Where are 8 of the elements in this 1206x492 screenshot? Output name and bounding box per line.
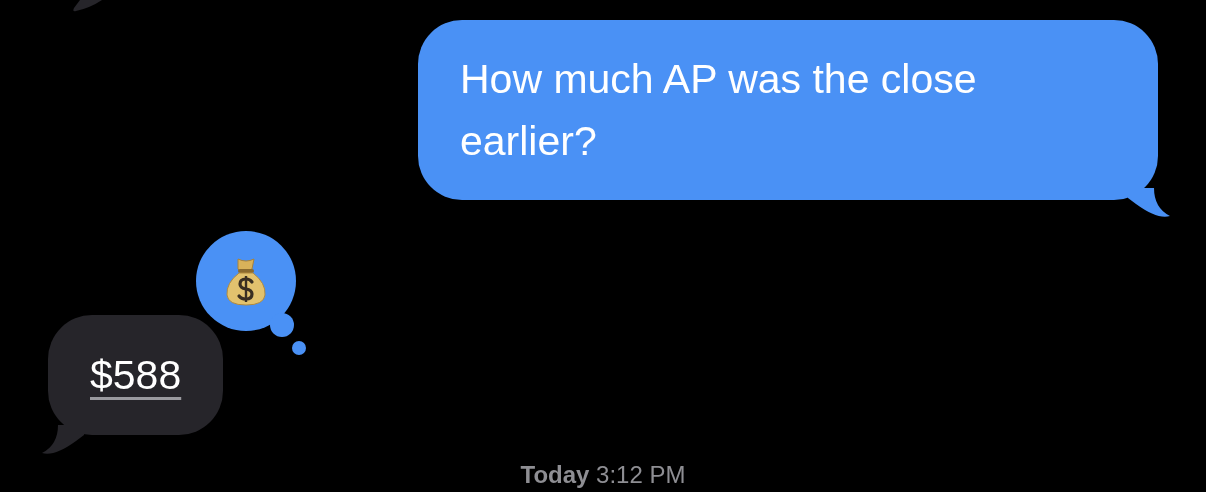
message-bubble: How much AP was the close earlier? (418, 20, 1158, 200)
tapback-bubble[interactable] (196, 231, 306, 355)
tapback-tail-dot (292, 341, 306, 355)
money-bag-icon (226, 258, 266, 306)
message-bubble-tail (1128, 188, 1172, 218)
link[interactable]: $588 (90, 352, 182, 398)
timestamp: Today 3:12 PM (519, 461, 687, 489)
message-bubble-tail (72, 0, 102, 12)
